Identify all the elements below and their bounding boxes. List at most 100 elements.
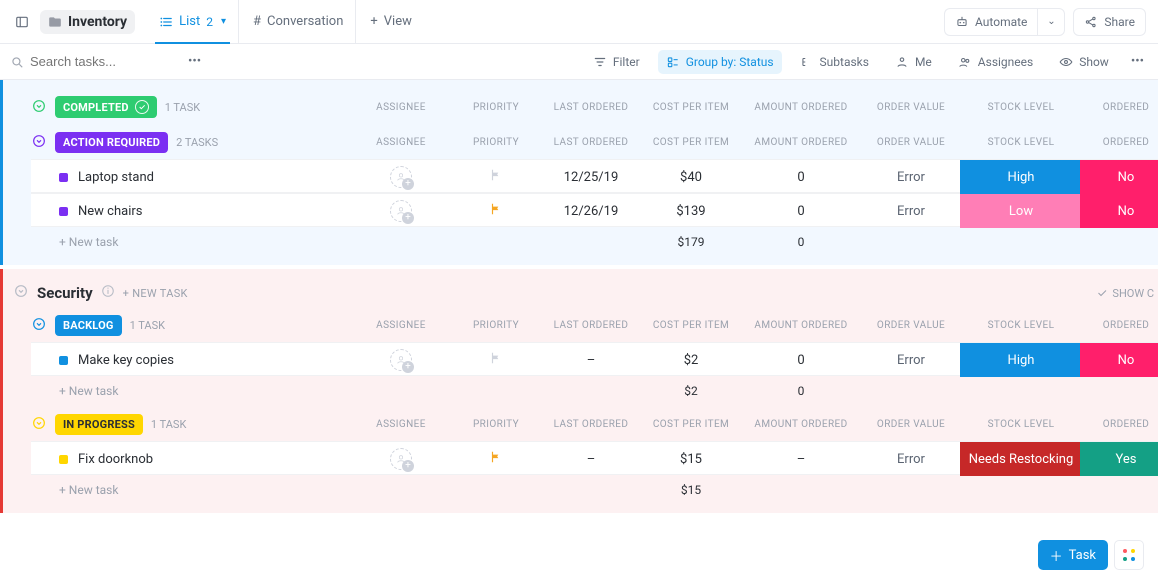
collapse-toggle[interactable] (31, 98, 47, 117)
priority-cell[interactable] (451, 202, 541, 220)
order-value-cell: Error (861, 353, 961, 368)
status-pill[interactable]: COMPLETED (55, 96, 157, 118)
add-new-task-header[interactable]: + NEW TASK (123, 287, 188, 300)
filterbar-more-button[interactable]: ••• (1127, 54, 1148, 69)
filterbar-right: Filter Group by: Status Subtasks Me Assi… (585, 50, 1148, 74)
column-assignee: ASSIGNEE (351, 320, 451, 331)
subtasks-icon (800, 55, 814, 69)
stock-level-tag[interactable]: High (960, 343, 1082, 377)
info-icon[interactable] (101, 284, 115, 302)
collapse-toggle[interactable] (31, 133, 47, 152)
new-task-button[interactable]: + New task (31, 384, 351, 398)
tab-conversation[interactable]: # Conversation (241, 0, 356, 43)
task-name: New chairs (78, 204, 142, 219)
assignee-cell[interactable] (351, 166, 451, 188)
stock-level-tag[interactable]: Low (960, 194, 1082, 228)
ordered-tag[interactable]: Yes (1080, 442, 1158, 476)
priority-cell[interactable] (451, 168, 541, 186)
collapse-toggle[interactable] (31, 316, 47, 335)
priority-cell[interactable] (451, 351, 541, 369)
automate-label: Automate (975, 15, 1027, 29)
assignee-cell[interactable] (351, 448, 451, 470)
search-input[interactable] (30, 54, 170, 69)
last-ordered-cell: 12/25/19 (541, 170, 641, 185)
task-row[interactable]: Laptop stand 12/25/19 $40 0 Error High N… (31, 159, 1158, 193)
subtasks-chip[interactable]: Subtasks (792, 50, 877, 74)
task-rows: Laptop stand 12/25/19 $40 0 Error High N… (31, 159, 1158, 227)
filter-chip[interactable]: Filter (585, 50, 648, 74)
assignee-placeholder-icon (390, 448, 412, 470)
column-amount-ordered: AMOUNT ORDERED (741, 102, 861, 113)
share-button[interactable]: Share (1073, 8, 1146, 36)
ordered-tag[interactable]: No (1080, 194, 1158, 228)
stock-level-tag[interactable]: High (960, 160, 1082, 194)
total-amount: 0 (741, 384, 861, 398)
show-chip[interactable]: Show (1051, 50, 1117, 74)
collapse-toggle[interactable] (13, 283, 29, 303)
subtasks-label: Subtasks (820, 55, 869, 69)
new-task-button[interactable]: + New task (31, 483, 351, 497)
new-task-button[interactable]: + New task (31, 235, 351, 249)
ordered-tag[interactable]: No (1080, 160, 1158, 194)
me-chip[interactable]: Me (887, 50, 940, 74)
amount-cell: 0 (741, 170, 861, 185)
collapse-toggle[interactable] (31, 415, 47, 434)
group-totals: + New task $2 0 (31, 376, 1158, 406)
list-title: Security (37, 284, 93, 302)
show-closed-toggle[interactable]: SHOW C (1096, 287, 1154, 300)
task-row[interactable]: New chairs 12/26/19 $139 0 Error Low No (31, 193, 1158, 227)
filter-label: Filter (613, 55, 640, 69)
search-more-button[interactable]: ••• (182, 50, 207, 73)
automate-dropdown[interactable]: ⌄ (1037, 8, 1065, 36)
groupby-chip[interactable]: Group by: Status (658, 50, 782, 74)
order-value-cell: Error (861, 170, 961, 185)
column-amount-ordered: AMOUNT ORDERED (741, 137, 861, 148)
tab-list-count: 2 (206, 15, 213, 29)
task-row[interactable]: Make key copies – $2 0 Error High No (31, 342, 1158, 376)
amount-cell: – (741, 452, 861, 467)
priority-flag-icon[interactable] (489, 204, 503, 220)
status-group: COMPLETED 1 TASK ASSIGNEE PRIORITY LAST … (31, 96, 1158, 124)
floating-task-button[interactable]: ＋ Task (1038, 540, 1108, 570)
column-stock-level: STOCK LEVEL (961, 102, 1081, 113)
floating-apps-button[interactable] (1114, 540, 1144, 570)
hash-icon: # (253, 14, 261, 29)
task-count: 1 TASK (130, 319, 165, 332)
status-pill[interactable]: ACTION REQUIRED (55, 132, 168, 153)
stock-level-tag[interactable]: Needs Restocking (960, 442, 1082, 476)
search-icon (10, 55, 24, 69)
tab-list[interactable]: List 2 ▾ (147, 0, 239, 43)
column-priority: PRIORITY (451, 137, 541, 148)
status-group: ACTION REQUIRED 2 TASKS ASSIGNEE PRIORIT… (31, 132, 1158, 257)
chevron-down-icon: ▾ (221, 16, 226, 27)
tab-conversation-label: Conversation (267, 14, 343, 29)
task-count: 1 TASK (165, 101, 200, 114)
priority-cell[interactable] (451, 450, 541, 468)
status-pill[interactable]: BACKLOG (55, 315, 122, 336)
column-priority: PRIORITY (451, 320, 541, 331)
priority-flag-icon[interactable] (489, 170, 503, 186)
tab-add-view[interactable]: + View (358, 0, 424, 43)
ordered-tag[interactable]: No (1080, 343, 1158, 377)
automate-button[interactable]: Automate (944, 8, 1037, 36)
topbar: Inventory List 2 ▾ # Conversation + View… (0, 0, 1158, 44)
column-assignee: ASSIGNEE (351, 102, 451, 113)
column-order-value: ORDER VALUE (861, 320, 961, 331)
assignee-cell[interactable] (351, 349, 451, 371)
priority-flag-icon[interactable] (489, 353, 503, 369)
view-tabs: List 2 ▾ # Conversation + View (147, 0, 424, 43)
priority-flag-icon[interactable] (489, 452, 503, 468)
last-ordered-cell: – (541, 452, 641, 467)
assignee-cell[interactable] (351, 200, 451, 222)
assignees-label: Assignees (978, 55, 1033, 69)
toggle-sidebar-button[interactable] (8, 8, 36, 36)
status-pill[interactable]: IN PROGRESS (55, 414, 143, 435)
assignees-chip[interactable]: Assignees (950, 50, 1041, 74)
task-row[interactable]: Fix doorknob – $15 – Error Needs Restock… (31, 441, 1158, 475)
folder-chip[interactable]: Inventory (40, 10, 135, 34)
column-order-value: ORDER VALUE (861, 102, 961, 113)
column-cost-per-item: COST PER ITEM (641, 137, 741, 148)
tab-add-view-label: View (384, 14, 412, 29)
filter-icon (593, 55, 607, 69)
total-amount: 0 (741, 235, 861, 249)
